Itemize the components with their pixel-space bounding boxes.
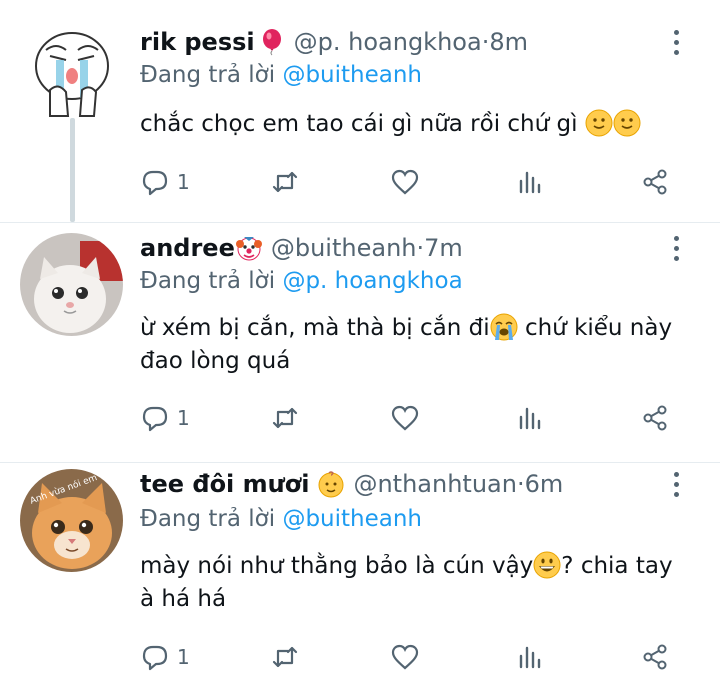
views-button[interactable] xyxy=(515,398,545,438)
share-icon xyxy=(643,169,667,195)
views-button[interactable] xyxy=(515,637,545,677)
grinning-face-icon xyxy=(533,551,561,579)
timestamp[interactable]: 8m xyxy=(489,28,528,56)
tweet-actions: 1 xyxy=(140,398,680,438)
tweet-text-part: mày nói như thằng bảo là cún vậy xyxy=(140,553,534,579)
retweet-button[interactable] xyxy=(270,398,300,438)
more-options-icon[interactable] xyxy=(664,466,688,502)
loudly-crying-face-icon xyxy=(490,313,518,341)
tweet[interactable]: Anh vừa nói em hả tee đôi mươi @nthanhtu… xyxy=(0,462,720,680)
reply-button[interactable]: 1 xyxy=(140,398,190,438)
tweet-text-part: chắc chọc em tao cái gì nữa rồi chứ gì xyxy=(140,111,585,137)
display-name[interactable]: andree xyxy=(140,234,235,262)
retweet-icon xyxy=(272,407,298,429)
avatar[interactable] xyxy=(20,20,123,123)
reply-count: 1 xyxy=(177,406,190,430)
heart-icon xyxy=(391,644,419,670)
separator: · xyxy=(416,234,425,262)
heart-icon xyxy=(391,405,419,431)
slightly-smiling-face-icon xyxy=(613,109,641,137)
slightly-smiling-face-icon xyxy=(585,109,613,137)
mention-link[interactable]: @p. hoangkhoa xyxy=(282,268,462,294)
views-chart-icon xyxy=(519,171,541,194)
share-icon xyxy=(643,405,667,431)
baby-face-icon xyxy=(318,471,344,498)
tweet-text-part: ừ xém bị cắn, mà thà bị cắn đi xyxy=(140,315,490,341)
share-button[interactable] xyxy=(640,162,670,202)
user-handle[interactable]: @nthanhtuan xyxy=(353,470,517,498)
orange-cat-avatar-image: Anh vừa nói em hả xyxy=(20,469,123,572)
share-icon xyxy=(643,644,667,670)
separator: · xyxy=(481,28,490,56)
balloon-icon xyxy=(262,29,281,56)
more-options-icon[interactable] xyxy=(664,230,688,266)
user-handle[interactable]: @p. hoangkhoa xyxy=(294,28,482,56)
clown-face-icon xyxy=(235,237,262,261)
reply-button[interactable]: 1 xyxy=(140,637,190,677)
reply-icon xyxy=(142,645,168,671)
like-button[interactable] xyxy=(390,398,420,438)
replying-to: Đang trả lời @buitheanh xyxy=(140,62,422,88)
tweet[interactable]: rik pessi @p. hoangkhoa · 8m Đang trả lờ… xyxy=(0,0,720,222)
retweet-button[interactable] xyxy=(270,162,300,202)
views-chart-icon xyxy=(519,646,541,669)
display-name[interactable]: rik pessi xyxy=(140,28,255,56)
replying-to-label: Đang trả lời xyxy=(140,62,283,88)
mention-link[interactable]: @buitheanh xyxy=(282,62,422,88)
replying-to: Đang trả lời @p. hoangkhoa xyxy=(140,268,463,294)
tweet-header: tee đôi mươi @nthanhtuan · 6m xyxy=(140,466,563,502)
tweet-actions: 1 xyxy=(140,637,680,677)
views-button[interactable] xyxy=(515,162,545,202)
heart-icon xyxy=(391,169,419,195)
reply-icon xyxy=(142,406,168,432)
retweet-icon xyxy=(272,171,298,193)
separator: · xyxy=(516,470,525,498)
share-button[interactable] xyxy=(640,398,670,438)
more-options-icon[interactable] xyxy=(664,24,688,60)
share-button[interactable] xyxy=(640,637,670,677)
reply-count: 1 xyxy=(177,645,190,669)
avatar[interactable]: Anh vừa nói em hả xyxy=(20,469,123,572)
reply-button[interactable]: 1 xyxy=(140,162,190,202)
like-button[interactable] xyxy=(390,637,420,677)
replying-to-label: Đang trả lời xyxy=(140,506,283,532)
replying-to-label: Đang trả lời xyxy=(140,268,283,294)
tweet-text: ừ xém bị cắn, mà thà bị cắn đi chứ kiểu … xyxy=(140,312,680,378)
mention-link[interactable]: @buitheanh xyxy=(282,506,422,532)
replying-to: Đang trả lời @buitheanh xyxy=(140,506,422,532)
tweet[interactable]: andree @buitheanh · 7m Đang trả lời @p. … xyxy=(0,222,720,462)
timestamp[interactable]: 6m xyxy=(525,470,564,498)
avatar[interactable] xyxy=(20,233,123,336)
white-kitten-avatar-image xyxy=(20,233,123,336)
like-button[interactable] xyxy=(390,162,420,202)
tweet-header: andree @buitheanh · 7m xyxy=(140,230,463,266)
thread-connector-line xyxy=(70,118,75,222)
reply-count: 1 xyxy=(177,170,190,194)
reply-icon xyxy=(142,170,168,196)
views-chart-icon xyxy=(519,407,541,430)
timestamp[interactable]: 7m xyxy=(424,234,463,262)
retweet-icon xyxy=(272,646,298,668)
tweet-text: chắc chọc em tao cái gì nữa rồi chứ gì xyxy=(140,108,680,141)
display-name[interactable]: tee đôi mươi xyxy=(140,470,309,498)
tweet-header: rik pessi @p. hoangkhoa · 8m xyxy=(140,24,528,60)
crying-cartoon-avatar-image xyxy=(20,20,123,123)
user-handle[interactable]: @buitheanh xyxy=(271,234,417,262)
tweet-actions: 1 xyxy=(140,162,680,202)
retweet-button[interactable] xyxy=(270,637,300,677)
tweet-text: mày nói như thằng bảo là cún vậy ? chia … xyxy=(140,550,680,616)
